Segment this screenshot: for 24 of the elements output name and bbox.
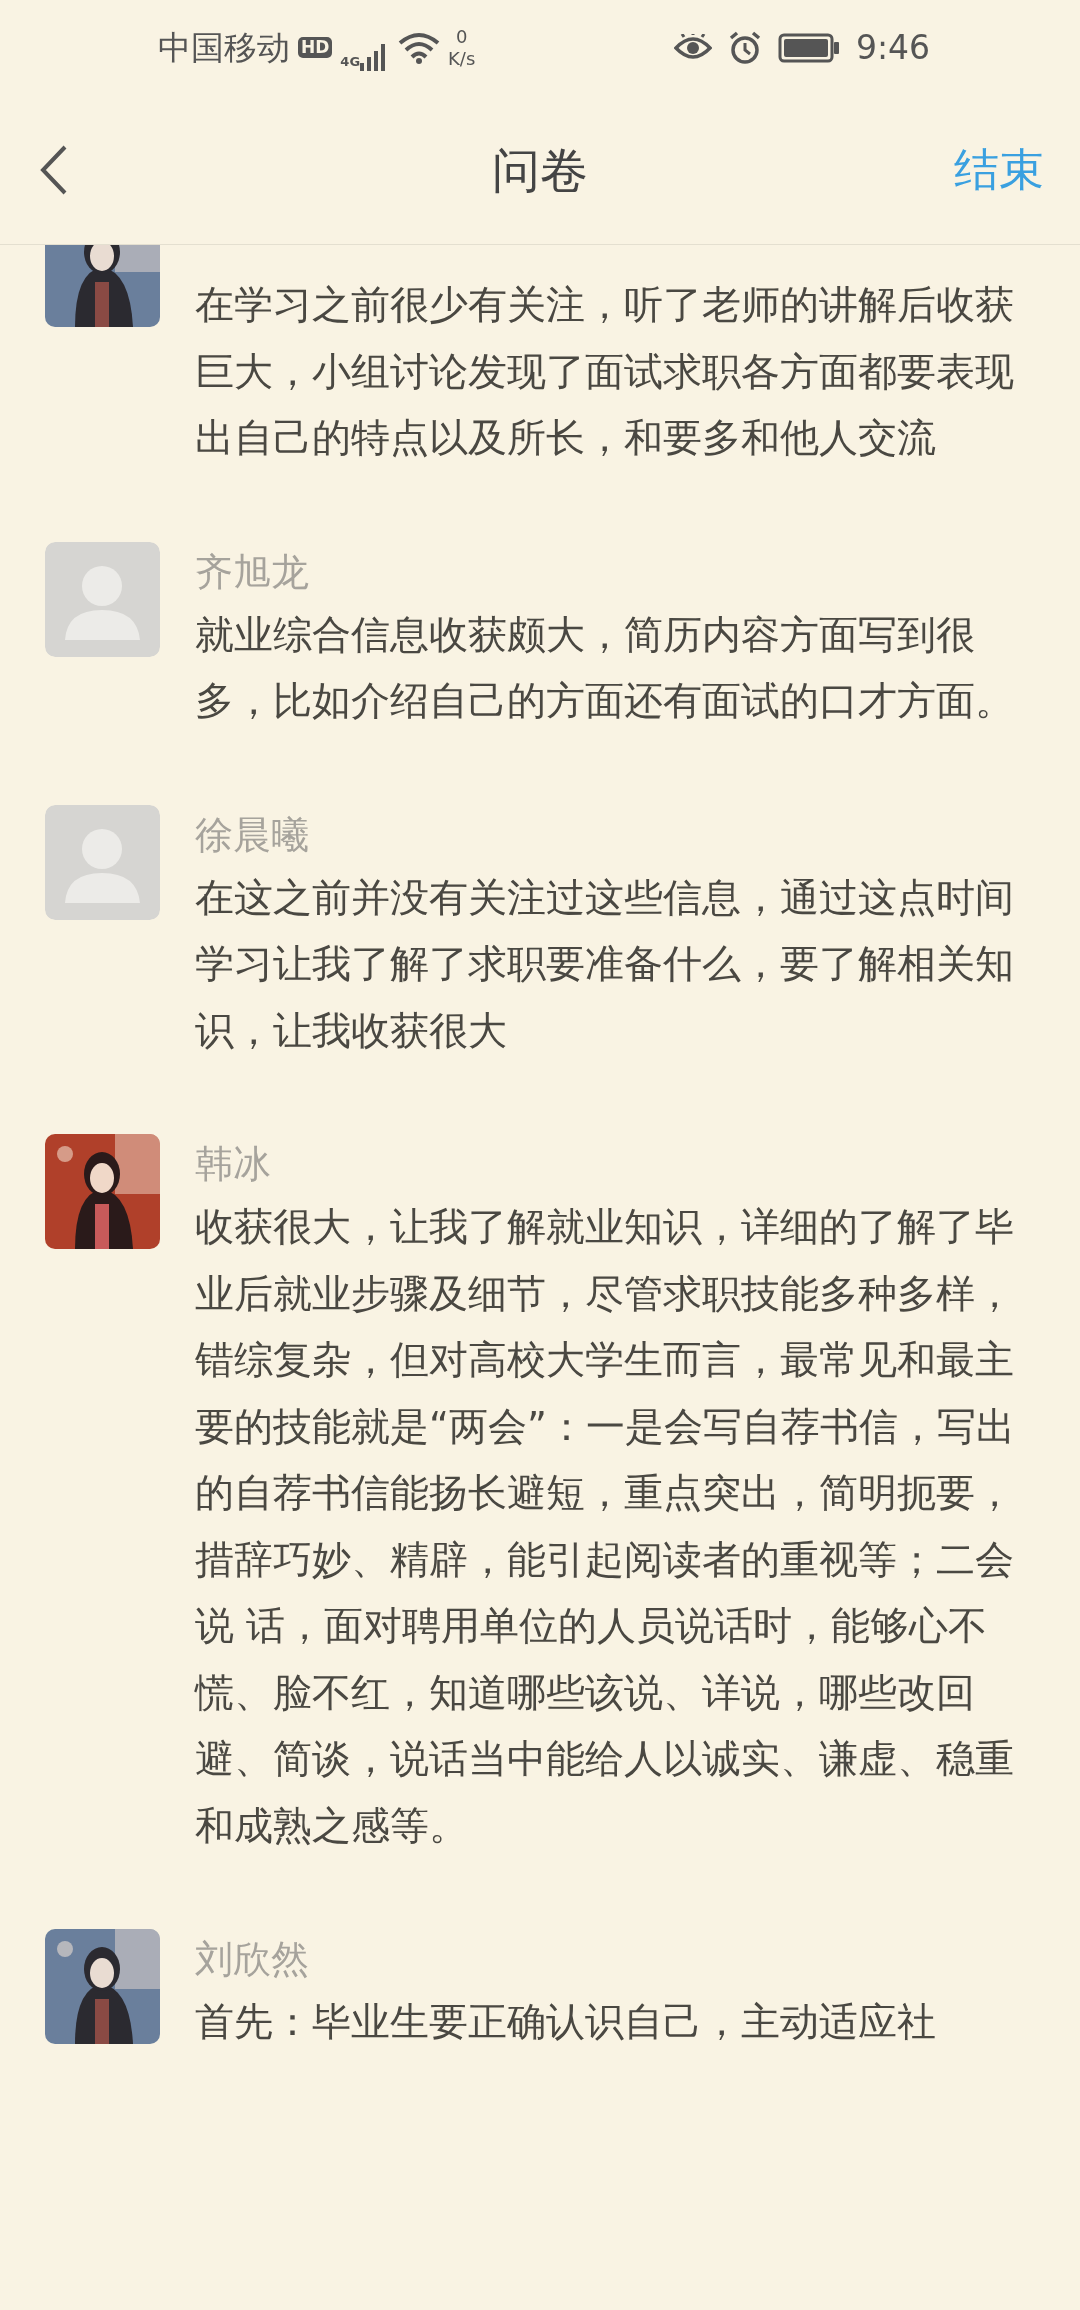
alarm-icon: [727, 30, 762, 65]
comment-text: 就业综合信息收获颇大，简历内容方面写到很多，比如介绍自己的方面还有面试的口才方面。: [195, 610, 1015, 725]
default-avatar-icon: [45, 804, 160, 920]
user-name: 齐旭龙: [195, 548, 310, 596]
comment-text: 首先：毕业生要正确认识自己，主动适应社: [195, 1998, 937, 2046]
default-avatar-icon: [45, 541, 160, 657]
hd-badge: HD: [298, 37, 333, 58]
user-name: 刘欣然: [195, 1936, 310, 1983]
comment-text: 在这之前并没有关注过这些信息，通过这点时间学习让我了解了求职要准备什么，要了解相关知识，让我收获很大: [195, 873, 1015, 1055]
speed-value: 0: [454, 25, 469, 48]
user-name: 徐晨曦: [195, 811, 310, 859]
back-icon[interactable]: [40, 143, 68, 196]
page-title: 问卷: [492, 140, 588, 200]
comment-text: 在学习之前很少有关注，听了老师的讲解后收获巨大，小组讨论发现了面试求职各方面都要表现出自己的特点以及所长，和要多和他人交流: [195, 281, 1015, 462]
end-button[interactable]: 结束: [954, 135, 1044, 204]
carrier-name: 中国移动: [158, 26, 290, 69]
wifi-icon: [398, 31, 441, 64]
clock-time: 9:46: [855, 26, 930, 69]
eye-icon: [673, 33, 712, 62]
comment-text: 收获很大，让我了解就业知识，详细的了解了毕业后就业步骤及细节，尽管求职技能多种多样，错综复杂，但对高校大学生而言，最常见和最主要的技能就是“两会”：一是会写自荐书信，写出的自荐书信能扬长避短，重点突出，简明扼要，措辞巧妙、精辟，能引起阅读者的重视等；二会说 话，面对聘用单位的人员说话时，能够心不慌、脸不红，知道哪些该说、详说，哪些改回避、简谈，说话当中能给人以诚实、谦虚、稳重和成熟之感等。: [195, 1203, 1016, 1850]
battery-icon: [777, 32, 840, 63]
user-name: 韩冰: [195, 1141, 272, 1188]
speed-unit: K/s: [448, 47, 476, 70]
network-type: 4G: [340, 52, 361, 71]
